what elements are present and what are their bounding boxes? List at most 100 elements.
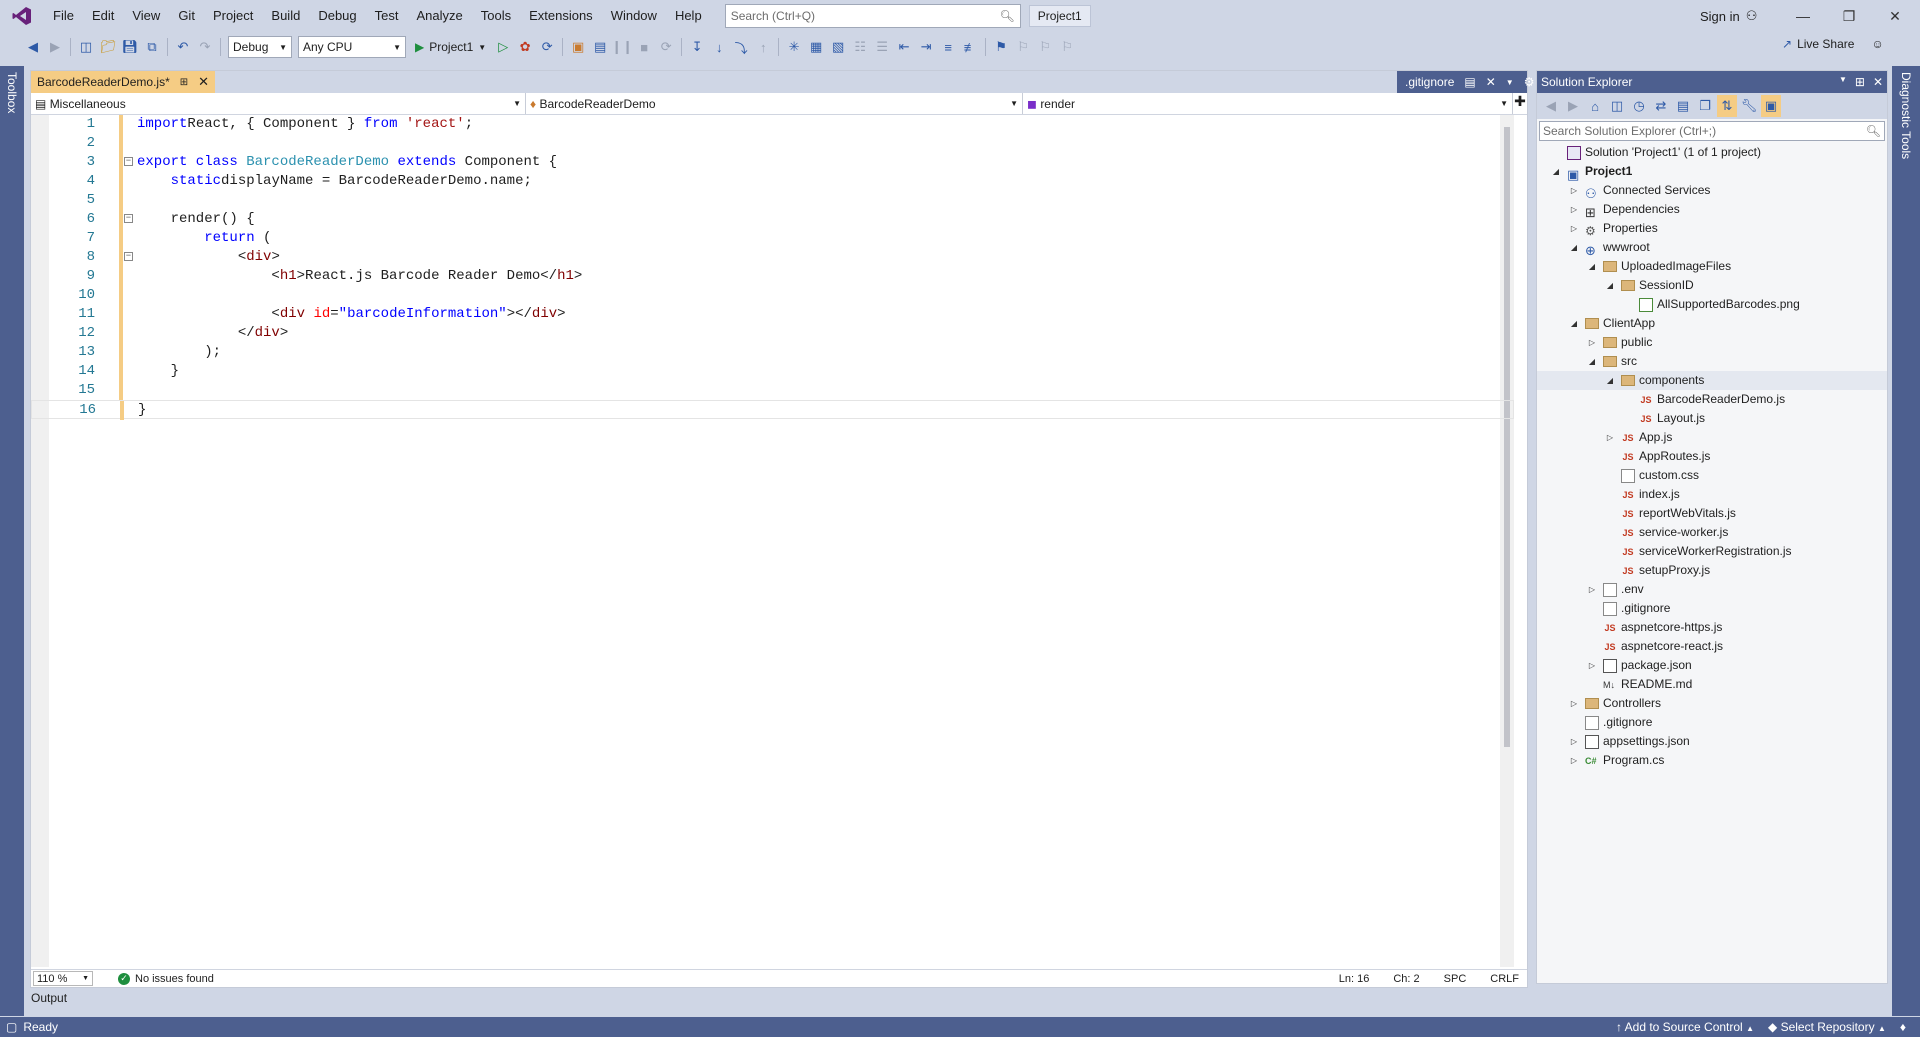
search-input[interactable]: Search (Ctrl+Q) 🔍︎	[724, 4, 1021, 28]
code-line[interactable]: 14 }	[31, 362, 1514, 381]
toolbox-tab[interactable]: Toolbox	[5, 72, 19, 113]
code-line[interactable]: 9 <h1>React.js Barcode Reader Demo</h1>	[31, 267, 1514, 286]
tree-node[interactable]: ▷ .env	[1537, 580, 1887, 599]
collapse-arrow-icon[interactable]: ◢	[1605, 371, 1615, 390]
menu-item-analyze[interactable]: Analyze	[407, 0, 471, 32]
forward-icon[interactable]: ▶	[44, 36, 66, 58]
tree-node[interactable]: ◢ src	[1537, 352, 1887, 371]
tree-node[interactable]: JS Layout.js	[1537, 409, 1887, 428]
menu-item-build[interactable]: Build	[262, 0, 309, 32]
tree-node[interactable]: AllSupportedBarcodes.png	[1537, 295, 1887, 314]
output-window-icon[interactable]: ▢	[6, 1020, 17, 1034]
browser-link-icon[interactable]: ▣	[567, 36, 589, 58]
code-line[interactable]: 4 staticdisplayName = BarcodeReaderDemo.…	[31, 172, 1514, 191]
tree-node[interactable]: JS AppRoutes.js	[1537, 447, 1887, 466]
properties-icon[interactable]: 🔧︎	[1739, 95, 1759, 117]
tree-node[interactable]: ▷ JS App.js	[1537, 428, 1887, 447]
pin-icon[interactable]: ⊞	[180, 77, 188, 88]
sync-icon[interactable]: ⇄	[1651, 95, 1671, 117]
layout-icon[interactable]: ▤	[589, 36, 611, 58]
notifications-bell-icon[interactable]: ♦	[1900, 1020, 1906, 1034]
collapse-arrow-icon[interactable]: ◢	[1551, 162, 1561, 181]
collapse-region-icon[interactable]: −	[124, 252, 133, 261]
menu-item-git[interactable]: Git	[169, 0, 204, 32]
save-all-icon[interactable]: ⧉	[141, 36, 163, 58]
type-scope-select[interactable]: ♦ BarcodeReaderDemo ▼	[526, 93, 1023, 114]
tree-node[interactable]: JS index.js	[1537, 485, 1887, 504]
expand-arrow-icon[interactable]: ▷	[1587, 333, 1597, 352]
expand-arrow-icon[interactable]: ▷	[1587, 580, 1597, 599]
switch-views-icon[interactable]: ◫	[1607, 95, 1627, 117]
expand-arrow-icon[interactable]: ▷	[1587, 656, 1597, 675]
restart-icon[interactable]: ⟳	[655, 36, 677, 58]
close-icon[interactable]: ✕	[1873, 75, 1883, 89]
keep-open-icon[interactable]: ▤	[1464, 75, 1475, 89]
configuration-select[interactable]: Debug ▼	[228, 36, 292, 58]
collapse-arrow-icon[interactable]: ◢	[1569, 238, 1579, 257]
collapse-arrow-icon[interactable]: ◢	[1587, 352, 1597, 371]
visual-studio-logo-icon[interactable]	[0, 0, 44, 32]
restore-button[interactable]: ❐	[1826, 0, 1872, 32]
save-icon[interactable]: 💾︎	[119, 36, 141, 58]
code-line[interactable]: 8 − <div>	[31, 248, 1514, 267]
refresh-icon[interactable]: ⟳	[536, 36, 558, 58]
menu-item-debug[interactable]: Debug	[309, 0, 365, 32]
tree-node[interactable]: ▷ ⚇ Connected Services	[1537, 181, 1887, 201]
hot-reload-icon[interactable]: ✿	[514, 36, 536, 58]
line-ending-status[interactable]: CRLF	[1490, 973, 1519, 985]
tab-menu-icon[interactable]: ▼	[1506, 78, 1514, 87]
menu-item-view[interactable]: View	[123, 0, 169, 32]
close-tab-icon[interactable]: ✕	[1486, 75, 1496, 89]
output-tab[interactable]: Output	[30, 991, 67, 1009]
close-window-button[interactable]: ✕	[1872, 0, 1918, 32]
outdent-icon[interactable]: ⇤	[893, 36, 915, 58]
menu-item-test[interactable]: Test	[366, 0, 408, 32]
menu-item-file[interactable]: File	[44, 0, 83, 32]
tree-node[interactable]: ◢ ⊕ wwwroot	[1537, 238, 1887, 258]
member-scope-select[interactable]: ◼ render ▼	[1023, 93, 1513, 114]
close-tab-icon[interactable]: ✕	[198, 74, 209, 90]
menu-item-extensions[interactable]: Extensions	[520, 0, 602, 32]
clear-bookmarks-icon[interactable]: ⚐	[1056, 36, 1078, 58]
expand-arrow-icon[interactable]: ▷	[1569, 181, 1579, 200]
menu-item-window[interactable]: Window	[602, 0, 666, 32]
repository-button[interactable]: ◆ Select Repository ▲	[1768, 1020, 1886, 1034]
sign-in-button[interactable]: Sign in ⚇	[1700, 0, 1757, 32]
tree-node[interactable]: .gitignore	[1537, 599, 1887, 618]
expand-arrow-icon[interactable]: ▷	[1605, 428, 1615, 447]
step-down-icon[interactable]: ↓	[708, 36, 730, 58]
code-line[interactable]: 12 </div>	[31, 324, 1514, 343]
format-icon[interactable]: ☷	[849, 36, 871, 58]
tree-node[interactable]: JS reportWebVitals.js	[1537, 504, 1887, 523]
collapse-arrow-icon[interactable]: ◢	[1569, 314, 1579, 333]
code-line[interactable]: 11 <div id="barcodeInformation"></div>	[31, 305, 1514, 324]
code-area[interactable]: 1 importReact, { Component } from 'react'…	[31, 115, 1514, 967]
project-name-badge[interactable]: Project1	[1028, 5, 1091, 27]
code-line[interactable]: 3 − export class BarcodeReaderDemo extends…	[31, 153, 1514, 172]
prev-bookmark-icon[interactable]: ⚐	[1012, 36, 1034, 58]
bookmark-icon[interactable]: ⚑	[990, 36, 1012, 58]
menu-item-tools[interactable]: Tools	[472, 0, 520, 32]
tree-node[interactable]: Solution 'Project1' (1 of 1 project)	[1537, 143, 1887, 162]
minimize-button[interactable]: —	[1780, 0, 1826, 32]
project-scope-select[interactable]: ▤ Miscellaneous ▼	[31, 93, 526, 114]
expand-arrow-icon[interactable]: ▷	[1569, 694, 1579, 713]
diagnostics-icon[interactable]: ✳	[783, 36, 805, 58]
live-share-button[interactable]: ↗ Live Share ☺	[1782, 37, 1884, 51]
collapse-arrow-icon[interactable]: ◢	[1587, 257, 1597, 276]
new-project-icon[interactable]: ◫	[75, 36, 97, 58]
tree-node[interactable]: ▷ package.json	[1537, 656, 1887, 675]
expand-arrow-icon[interactable]: ▷	[1569, 751, 1579, 770]
tree-node[interactable]: JS setupProxy.js	[1537, 561, 1887, 580]
comment-icon[interactable]: ≡	[937, 36, 959, 58]
next-bookmark-icon[interactable]: ⚐	[1034, 36, 1056, 58]
start-without-debugging-icon[interactable]: ▷	[492, 36, 514, 58]
split-editor-icon[interactable]: ✚	[1513, 93, 1527, 114]
tree-node[interactable]: M↓ README.md	[1537, 675, 1887, 694]
code-line[interactable]: 13 );	[31, 343, 1514, 362]
tree-node[interactable]: .gitignore	[1537, 713, 1887, 732]
forward-icon[interactable]: ▶	[1563, 95, 1583, 117]
pin-icon[interactable]: ⊞	[1855, 75, 1865, 89]
tree-node[interactable]: JS BarcodeReaderDemo.js	[1537, 390, 1887, 409]
start-debugging-button[interactable]: ▶ Project1 ▼	[409, 40, 492, 54]
